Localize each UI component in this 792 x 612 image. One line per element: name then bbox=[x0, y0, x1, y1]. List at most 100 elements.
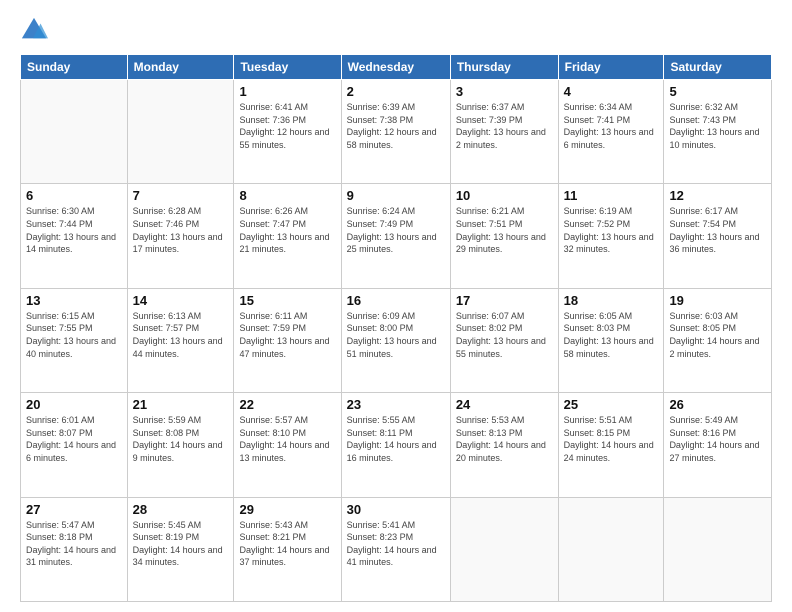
day-info: Sunrise: 6:26 AMSunset: 7:47 PMDaylight:… bbox=[239, 205, 335, 255]
day-cell: 17 Sunrise: 6:07 AMSunset: 8:02 PMDayligh… bbox=[450, 288, 558, 392]
day-number: 29 bbox=[239, 502, 335, 517]
day-number: 12 bbox=[669, 188, 766, 203]
day-cell: 13 Sunrise: 6:15 AMSunset: 7:55 PMDayligh… bbox=[21, 288, 128, 392]
day-cell: 28Sunrise: 5:45 AMSunset: 8:19 PMDayligh… bbox=[127, 497, 234, 601]
day-number: 16 bbox=[347, 293, 445, 308]
day-number: 7 bbox=[133, 188, 229, 203]
day-number: 8 bbox=[239, 188, 335, 203]
day-cell: 10 Sunrise: 6:21 AMSunset: 7:51 PMDayligh… bbox=[450, 184, 558, 288]
header-wednesday: Wednesday bbox=[341, 55, 450, 80]
day-info: Sunrise: 5:41 AMSunset: 8:23 PMDaylight:… bbox=[347, 519, 445, 569]
day-cell: 29 Sunrise: 5:43 AMSunset: 8:21 PMDayligh… bbox=[234, 497, 341, 601]
header-friday: Friday bbox=[558, 55, 664, 80]
day-info: Sunrise: 6:03 AMSunset: 8:05 PMDaylight:… bbox=[669, 310, 766, 360]
day-cell: 4Sunrise: 6:34 AMSunset: 7:41 PMDaylight… bbox=[558, 80, 664, 184]
day-number: 22 bbox=[239, 397, 335, 412]
day-number: 15 bbox=[239, 293, 335, 308]
page: SundayMondayTuesdayWednesdayThursdayFrid… bbox=[0, 0, 792, 612]
day-cell: 3 Sunrise: 6:37 AMSunset: 7:39 PMDaylight… bbox=[450, 80, 558, 184]
day-cell: 9 Sunrise: 6:24 AMSunset: 7:49 PMDaylight… bbox=[341, 184, 450, 288]
day-cell: 20 Sunrise: 6:01 AMSunset: 8:07 PMDayligh… bbox=[21, 393, 128, 497]
day-number: 17 bbox=[456, 293, 553, 308]
day-cell: 23 Sunrise: 5:55 AMSunset: 8:11 PMDayligh… bbox=[341, 393, 450, 497]
day-cell bbox=[664, 497, 772, 601]
day-info: Sunrise: 5:43 AMSunset: 8:21 PMDaylight:… bbox=[239, 519, 335, 569]
day-info: Sunrise: 6:05 AMSunset: 8:03 PMDaylight:… bbox=[564, 310, 659, 360]
day-info: Sunrise: 5:55 AMSunset: 8:11 PMDaylight:… bbox=[347, 414, 445, 464]
day-number: 4 bbox=[564, 84, 659, 99]
day-info: Sunrise: 5:51 AMSunset: 8:15 PMDaylight:… bbox=[564, 414, 659, 464]
day-cell: 18 Sunrise: 6:05 AMSunset: 8:03 PMDayligh… bbox=[558, 288, 664, 392]
day-cell: 12 Sunrise: 6:17 AMSunset: 7:54 PMDayligh… bbox=[664, 184, 772, 288]
day-cell: 14Sunrise: 6:13 AMSunset: 7:57 PMDayligh… bbox=[127, 288, 234, 392]
day-cell: 19 Sunrise: 6:03 AMSunset: 8:05 PMDayligh… bbox=[664, 288, 772, 392]
day-cell bbox=[558, 497, 664, 601]
day-cell: 30 Sunrise: 5:41 AMSunset: 8:23 PMDayligh… bbox=[341, 497, 450, 601]
day-cell: 7 Sunrise: 6:28 AMSunset: 7:46 PMDaylight… bbox=[127, 184, 234, 288]
day-number: 9 bbox=[347, 188, 445, 203]
day-cell: 24Sunrise: 5:53 AMSunset: 8:13 PMDayligh… bbox=[450, 393, 558, 497]
day-number: 30 bbox=[347, 502, 445, 517]
day-number: 23 bbox=[347, 397, 445, 412]
day-info: Sunrise: 6:09 AMSunset: 8:00 PMDaylight:… bbox=[347, 310, 445, 360]
header-saturday: Saturday bbox=[664, 55, 772, 80]
day-info: Sunrise: 6:11 AMSunset: 7:59 PMDaylight:… bbox=[239, 310, 335, 360]
logo bbox=[20, 16, 52, 44]
day-cell: 5 Sunrise: 6:32 AMSunset: 7:43 PMDaylight… bbox=[664, 80, 772, 184]
day-info: Sunrise: 6:24 AMSunset: 7:49 PMDaylight:… bbox=[347, 205, 445, 255]
day-cell: 27Sunrise: 5:47 AMSunset: 8:18 PMDayligh… bbox=[21, 497, 128, 601]
day-number: 25 bbox=[564, 397, 659, 412]
day-number: 11 bbox=[564, 188, 659, 203]
day-info: Sunrise: 5:47 AMSunset: 8:18 PMDaylight:… bbox=[26, 519, 122, 569]
week-row-4: 20 Sunrise: 6:01 AMSunset: 8:07 PMDayligh… bbox=[21, 393, 772, 497]
day-number: 20 bbox=[26, 397, 122, 412]
day-cell: 25 Sunrise: 5:51 AMSunset: 8:15 PMDayligh… bbox=[558, 393, 664, 497]
week-row-5: 27Sunrise: 5:47 AMSunset: 8:18 PMDayligh… bbox=[21, 497, 772, 601]
day-info: Sunrise: 6:07 AMSunset: 8:02 PMDaylight:… bbox=[456, 310, 553, 360]
day-info: Sunrise: 5:57 AMSunset: 8:10 PMDaylight:… bbox=[239, 414, 335, 464]
day-number: 26 bbox=[669, 397, 766, 412]
day-cell bbox=[450, 497, 558, 601]
day-info: Sunrise: 5:59 AMSunset: 8:08 PMDaylight:… bbox=[133, 414, 229, 464]
day-info: Sunrise: 5:53 AMSunset: 8:13 PMDaylight:… bbox=[456, 414, 553, 464]
day-cell: 11 Sunrise: 6:19 AMSunset: 7:52 PMDayligh… bbox=[558, 184, 664, 288]
day-info: Sunrise: 6:30 AMSunset: 7:44 PMDaylight:… bbox=[26, 205, 122, 255]
header bbox=[20, 16, 772, 44]
day-info: Sunrise: 6:37 AMSunset: 7:39 PMDaylight:… bbox=[456, 101, 553, 151]
day-info: Sunrise: 6:15 AMSunset: 7:55 PMDaylight:… bbox=[26, 310, 122, 360]
day-cell: 1 Sunrise: 6:41 AMSunset: 7:36 PMDaylight… bbox=[234, 80, 341, 184]
day-info: Sunrise: 6:01 AMSunset: 8:07 PMDaylight:… bbox=[26, 414, 122, 464]
day-info: Sunrise: 6:32 AMSunset: 7:43 PMDaylight:… bbox=[669, 101, 766, 151]
day-number: 3 bbox=[456, 84, 553, 99]
day-number: 5 bbox=[669, 84, 766, 99]
day-info: Sunrise: 6:41 AMSunset: 7:36 PMDaylight:… bbox=[239, 101, 335, 151]
header-tuesday: Tuesday bbox=[234, 55, 341, 80]
day-info: Sunrise: 6:19 AMSunset: 7:52 PMDaylight:… bbox=[564, 205, 659, 255]
day-cell: 22 Sunrise: 5:57 AMSunset: 8:10 PMDayligh… bbox=[234, 393, 341, 497]
day-cell bbox=[127, 80, 234, 184]
week-row-1: 1 Sunrise: 6:41 AMSunset: 7:36 PMDaylight… bbox=[21, 80, 772, 184]
logo-icon bbox=[20, 16, 48, 44]
header-monday: Monday bbox=[127, 55, 234, 80]
day-info: Sunrise: 6:17 AMSunset: 7:54 PMDaylight:… bbox=[669, 205, 766, 255]
day-number: 13 bbox=[26, 293, 122, 308]
calendar-table: SundayMondayTuesdayWednesdayThursdayFrid… bbox=[20, 54, 772, 602]
day-number: 10 bbox=[456, 188, 553, 203]
day-info: Sunrise: 5:45 AMSunset: 8:19 PMDaylight:… bbox=[133, 519, 229, 569]
day-cell: 15 Sunrise: 6:11 AMSunset: 7:59 PMDayligh… bbox=[234, 288, 341, 392]
day-cell: 2Sunrise: 6:39 AMSunset: 7:38 PMDaylight… bbox=[341, 80, 450, 184]
day-info: Sunrise: 6:21 AMSunset: 7:51 PMDaylight:… bbox=[456, 205, 553, 255]
day-cell: 26 Sunrise: 5:49 AMSunset: 8:16 PMDayligh… bbox=[664, 393, 772, 497]
day-number: 2 bbox=[347, 84, 445, 99]
day-number: 1 bbox=[239, 84, 335, 99]
week-row-2: 6 Sunrise: 6:30 AMSunset: 7:44 PMDaylight… bbox=[21, 184, 772, 288]
day-cell: 16 Sunrise: 6:09 AMSunset: 8:00 PMDayligh… bbox=[341, 288, 450, 392]
day-info: Sunrise: 5:49 AMSunset: 8:16 PMDaylight:… bbox=[669, 414, 766, 464]
header-row: SundayMondayTuesdayWednesdayThursdayFrid… bbox=[21, 55, 772, 80]
day-number: 14 bbox=[133, 293, 229, 308]
day-number: 6 bbox=[26, 188, 122, 203]
day-info: Sunrise: 6:28 AMSunset: 7:46 PMDaylight:… bbox=[133, 205, 229, 255]
day-number: 19 bbox=[669, 293, 766, 308]
day-cell bbox=[21, 80, 128, 184]
day-number: 18 bbox=[564, 293, 659, 308]
